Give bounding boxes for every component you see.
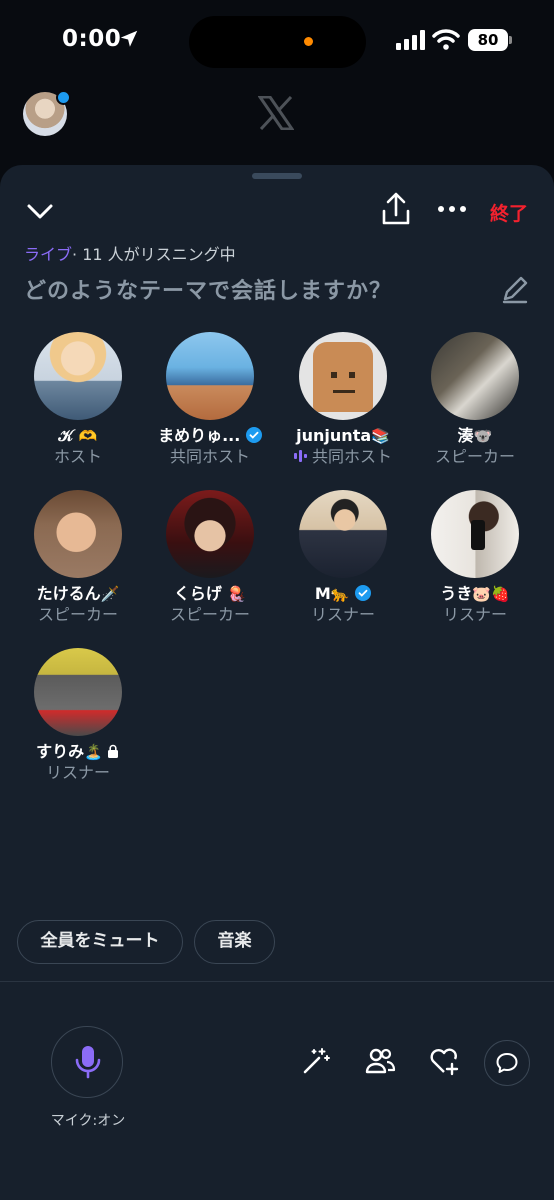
- participant-speaker-1[interactable]: 湊🐨 スピーカー: [408, 332, 542, 467]
- background-app-header: [0, 84, 554, 164]
- sheet-grabber[interactable]: [252, 173, 302, 179]
- listener-status: ライブ· 11 人がリスニング中: [24, 241, 236, 265]
- participant-role: スピーカー: [434, 447, 515, 466]
- verified-badge-icon: [355, 585, 372, 601]
- battery-level: 80: [468, 29, 508, 51]
- participant-avatar: [34, 648, 122, 736]
- wifi-icon: [432, 29, 460, 50]
- participant-avatar: [166, 490, 254, 578]
- heart-plus-icon[interactable]: [428, 1045, 460, 1077]
- chat-button[interactable]: [484, 1040, 530, 1086]
- status-bar: 0:00 80: [0, 0, 554, 84]
- participant-cohost-2[interactable]: junjunta📚 共同ホスト: [276, 332, 410, 467]
- participant-role: ホスト: [53, 447, 102, 466]
- lock-icon: [107, 744, 118, 758]
- participant-name: すりみ🏝️: [11, 741, 145, 763]
- location-arrow-icon: [120, 30, 138, 47]
- mic-toggle-button[interactable]: [51, 1026, 123, 1098]
- participant-listener-3[interactable]: すりみ🏝️ リスナー: [11, 648, 145, 783]
- microphone-icon: [75, 1046, 101, 1079]
- participant-listener-2[interactable]: うき🐷🍓 リスナー: [408, 490, 542, 625]
- chevron-down-icon[interactable]: [22, 193, 58, 229]
- mute-all-button[interactable]: 全員をミュート: [17, 920, 183, 964]
- privacy-indicator-dot: [304, 37, 313, 46]
- participant-role: リスナー: [310, 605, 375, 624]
- share-icon[interactable]: [380, 191, 412, 227]
- mic-status-label: マイク:オン: [50, 1113, 126, 1129]
- participant-name: たけるん🗡️: [36, 584, 120, 603]
- cellular-signal-icon: [396, 30, 425, 50]
- participant-role: スピーカー: [37, 605, 118, 624]
- magic-wand-icon[interactable]: [300, 1045, 332, 1077]
- edit-pencil-icon[interactable]: [499, 273, 531, 305]
- participant-host[interactable]: 𝒦 🫶 ホスト: [11, 332, 145, 467]
- participant-name: 𝒦 🫶: [58, 426, 98, 445]
- chat-bubble-icon: [496, 1053, 518, 1073]
- participant-avatar: [431, 332, 519, 420]
- notification-dot: [56, 90, 71, 105]
- participant-cohost-1[interactable]: まめりゅ... 共同ホスト: [143, 332, 277, 467]
- clock: 0:00: [62, 26, 122, 52]
- participant-role: スピーカー: [169, 605, 250, 624]
- participant-avatar: [431, 490, 519, 578]
- participant-listener-1[interactable]: M🐆 リスナー: [276, 490, 410, 625]
- participant-role: リスナー: [45, 763, 110, 782]
- participant-avatar: [299, 490, 387, 578]
- participant-speaker-3[interactable]: くらげ 🪼 スピーカー: [143, 490, 277, 625]
- participant-role: 共同ホスト: [169, 447, 250, 466]
- listener-count: · 11 人がリスニング中: [72, 245, 236, 264]
- end-space-button[interactable]: 終了: [490, 199, 528, 226]
- participant-role: リスナー: [442, 605, 507, 624]
- verified-badge-icon: [245, 427, 262, 443]
- participant-name: くらげ 🪼: [173, 584, 247, 603]
- controls-divider: [0, 981, 554, 982]
- battery-cap: [509, 36, 512, 44]
- participant-name: junjunta📚: [296, 426, 390, 445]
- participant-name: 湊🐨: [457, 426, 493, 445]
- participant-avatar: [299, 332, 387, 420]
- more-options-icon[interactable]: [436, 195, 468, 223]
- participant-name: まめりゅ...: [143, 425, 277, 447]
- space-topic-placeholder[interactable]: どのようなテーマで会話しますか？: [24, 273, 392, 305]
- participant-avatar: [34, 490, 122, 578]
- participant-name: うき🐷🍓: [440, 584, 510, 603]
- participant-name: M🐆: [276, 583, 410, 605]
- live-label: ライブ: [24, 245, 73, 264]
- dynamic-island: [189, 16, 366, 68]
- participant-speaker-2[interactable]: たけるん🗡️ スピーカー: [11, 490, 145, 625]
- music-button[interactable]: 音楽: [194, 920, 275, 964]
- x-logo-icon: [258, 96, 294, 130]
- participant-avatar: [166, 332, 254, 420]
- people-icon[interactable]: [364, 1045, 396, 1077]
- speaking-wave-icon: [293, 450, 307, 462]
- participant-avatar: [34, 332, 122, 420]
- participant-role: 共同ホスト: [276, 447, 410, 467]
